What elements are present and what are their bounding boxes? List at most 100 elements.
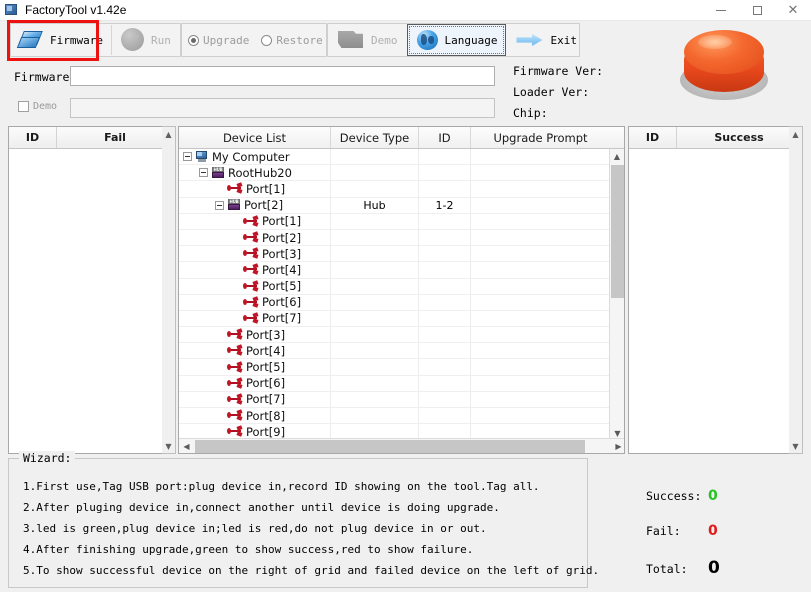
tree-row[interactable]: Port[7] bbox=[179, 391, 610, 408]
device-tree-hscrollbar[interactable]: ◀ ▶ bbox=[179, 438, 624, 453]
tree-node[interactable]: HUB RootHub20 bbox=[199, 166, 292, 180]
success-grid[interactable]: ID Success bbox=[628, 126, 803, 454]
demo-checkbox[interactable]: Demo bbox=[18, 101, 57, 112]
scroll-down-icon[interactable]: ▼ bbox=[162, 439, 175, 453]
tree-row[interactable]: Port[3] bbox=[179, 327, 610, 344]
tree-node[interactable]: Port[5] bbox=[231, 279, 301, 293]
tree-node[interactable]: Port[8] bbox=[215, 409, 285, 423]
tree-node[interactable]: Port[3] bbox=[231, 247, 301, 261]
minimize-button[interactable] bbox=[703, 0, 739, 21]
firmware-path-input[interactable] bbox=[70, 66, 495, 86]
demo-button-label: Demo bbox=[371, 33, 398, 47]
device-tree-vscrollbar[interactable]: ▲ ▼ bbox=[609, 149, 624, 441]
usb-icon bbox=[227, 182, 243, 195]
demo-button[interactable]: Demo bbox=[328, 24, 406, 56]
close-icon: ✕ bbox=[787, 2, 799, 18]
upgrade-radio-indicator bbox=[188, 34, 199, 46]
firmware-version-label: Firmware Ver: bbox=[513, 64, 604, 78]
demo-checkbox-label: Demo bbox=[33, 101, 58, 112]
tree-cell-prompt bbox=[471, 165, 609, 180]
tree-node[interactable]: Port[2] bbox=[231, 231, 301, 245]
tree-node[interactable]: Port[9] bbox=[215, 425, 285, 439]
scroll-down-icon[interactable]: ▼ bbox=[789, 439, 802, 453]
scroll-up-icon[interactable]: ▲ bbox=[162, 127, 175, 141]
tree-node[interactable]: Port[7] bbox=[215, 392, 285, 406]
tree-node[interactable]: My Computer bbox=[183, 150, 290, 164]
tree-node[interactable]: Port[6] bbox=[215, 376, 285, 390]
tree-cell-id bbox=[419, 229, 471, 246]
wizard-title: Wizard: bbox=[19, 451, 76, 465]
tree-row[interactable]: My Computer bbox=[179, 149, 610, 166]
tree-row[interactable]: Port[2] bbox=[179, 229, 610, 247]
tree-row[interactable]: Port[5] bbox=[179, 278, 610, 295]
tree-cell-prompt bbox=[471, 359, 609, 374]
tree-cell-id bbox=[419, 343, 471, 359]
tree-cell-id bbox=[419, 181, 471, 197]
tree-scroll-right-icon[interactable]: ▶ bbox=[611, 439, 624, 453]
wizard-instructions: 1.First use,Tag USB port:plug device in,… bbox=[9, 459, 599, 581]
tree-row[interactable]: Port[4] bbox=[179, 262, 610, 279]
fail-grid-scrollbar[interactable]: ▲ ▼ bbox=[162, 126, 176, 454]
success-stat-label: Success: bbox=[646, 489, 702, 503]
exit-button[interactable]: Exit bbox=[507, 24, 585, 56]
usb-icon bbox=[243, 312, 259, 324]
tree-cell-id bbox=[419, 294, 471, 310]
tree-row[interactable]: Port[6] bbox=[179, 294, 610, 311]
run-button[interactable]: Run bbox=[112, 24, 179, 56]
tree-node[interactable]: Port[3] bbox=[215, 328, 285, 342]
tree-cell-id bbox=[419, 408, 471, 424]
factorytool-window: FactoryTool v1.42e ✕ Firmware Run Upgrad… bbox=[0, 0, 811, 592]
tree-node[interactable]: Port[4] bbox=[215, 344, 285, 358]
success-grid-scrollbar[interactable]: ▲ ▼ bbox=[789, 126, 803, 454]
tree-node[interactable]: Port[6] bbox=[231, 295, 301, 309]
tree-cell-prompt bbox=[471, 246, 609, 261]
tree-scroll-up-icon[interactable]: ▲ bbox=[610, 149, 624, 164]
collapse-toggle-icon[interactable] bbox=[183, 152, 192, 162]
tree-row[interactable]: Port[6] bbox=[179, 375, 610, 392]
tree-node[interactable]: Port[4] bbox=[231, 263, 301, 277]
tree-cell-id bbox=[419, 391, 471, 407]
tree-node-label: Port[2] bbox=[244, 198, 284, 213]
tree-node[interactable]: Port[1] bbox=[215, 182, 285, 196]
tree-row[interactable]: Port[7] bbox=[179, 310, 610, 328]
language-button[interactable]: Language bbox=[406, 24, 507, 56]
tree-vscroll-thumb[interactable] bbox=[611, 165, 624, 298]
tree-cell-type bbox=[331, 213, 419, 229]
total-stat-label: Total: bbox=[646, 562, 688, 576]
demo-path-input[interactable] bbox=[70, 98, 495, 118]
tree-row[interactable]: Port[5] bbox=[179, 359, 610, 376]
collapse-toggle-icon[interactable] bbox=[199, 168, 208, 178]
tree-node[interactable]: Port[5] bbox=[215, 360, 285, 374]
tree-row[interactable]: Port[8] bbox=[179, 408, 610, 425]
tree-row[interactable]: HUB Port[2] Hub 1-2 bbox=[179, 197, 610, 214]
usb-icon bbox=[227, 376, 243, 389]
close-button[interactable]: ✕ bbox=[775, 0, 811, 21]
app-icon bbox=[5, 3, 19, 17]
tree-cell-device: Port[5] bbox=[179, 278, 331, 294]
success-stat: Success: 0 bbox=[646, 488, 718, 504]
tree-row[interactable]: Port[4] bbox=[179, 343, 610, 360]
tree-row[interactable]: Port[1] bbox=[179, 213, 610, 230]
maximize-button[interactable] bbox=[739, 0, 775, 21]
tree-scroll-left-icon[interactable]: ◀ bbox=[179, 439, 194, 453]
scroll-up-icon[interactable]: ▲ bbox=[789, 127, 802, 141]
upgrade-radio[interactable]: Upgrade bbox=[182, 34, 255, 47]
tree-cell-type bbox=[331, 149, 419, 165]
arrow-right-icon bbox=[515, 30, 545, 50]
tree-row[interactable]: Port[1] bbox=[179, 181, 610, 198]
tree-cell-device: Port[7] bbox=[179, 310, 331, 327]
title-bar: FactoryTool v1.42e ✕ bbox=[0, 0, 811, 21]
tree-row[interactable]: Port[3] bbox=[179, 246, 610, 263]
tree-row[interactable]: HUB RootHub20 bbox=[179, 165, 610, 182]
tree-hscroll-thumb[interactable] bbox=[195, 440, 585, 453]
tree-node[interactable]: Port[7] bbox=[231, 311, 301, 325]
restore-radio[interactable]: Restore bbox=[255, 34, 328, 47]
fail-grid[interactable]: ID Fail bbox=[8, 126, 175, 454]
collapse-toggle-icon[interactable] bbox=[215, 200, 224, 210]
tree-node[interactable]: Port[1] bbox=[231, 214, 301, 228]
firmware-button[interactable]: Firmware bbox=[11, 24, 111, 56]
tree-node[interactable]: HUB Port[2] bbox=[215, 198, 283, 212]
tree-cell-type bbox=[331, 343, 419, 359]
